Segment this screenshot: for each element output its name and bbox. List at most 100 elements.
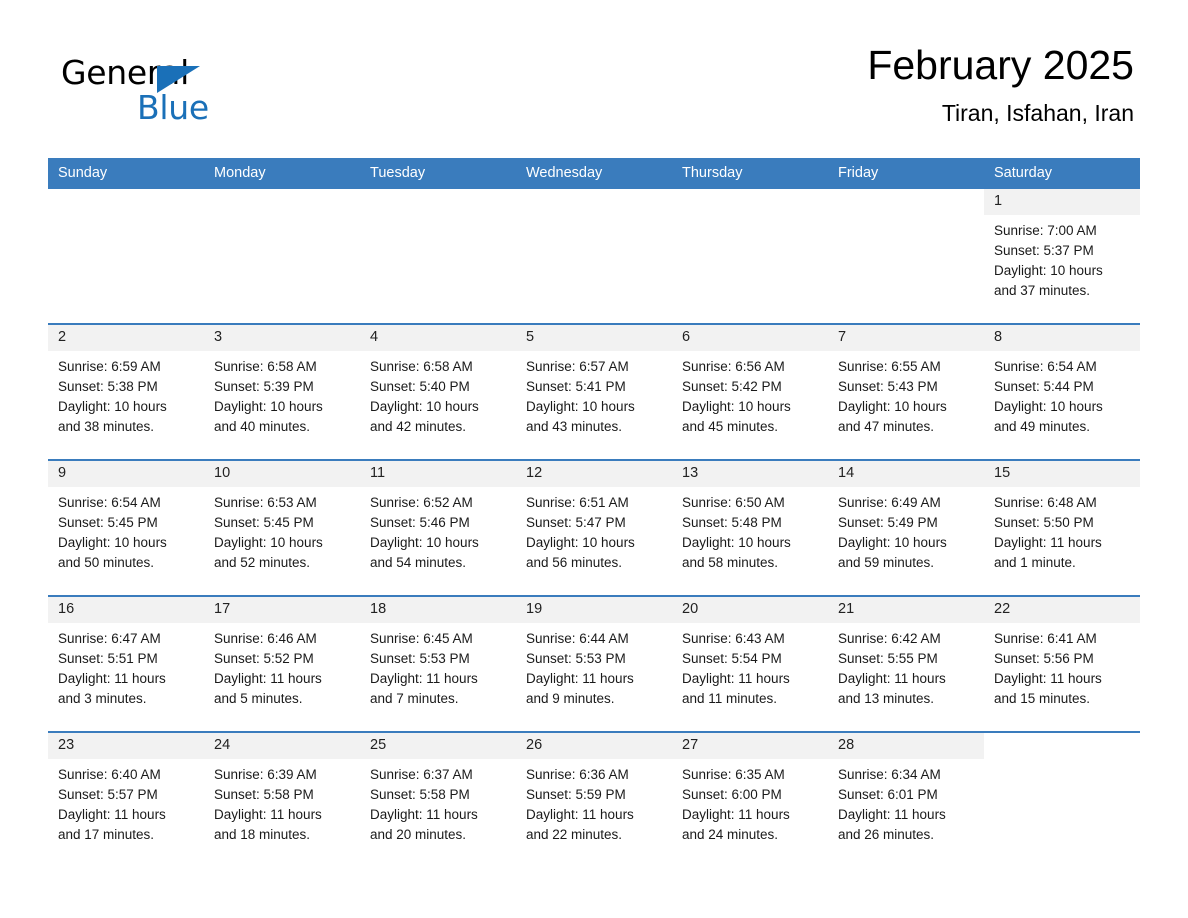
calendar-day-cell[interactable]: 4 Sunrise: 6:58 AM Sunset: 5:40 PM Daylight… bbox=[360, 323, 516, 460]
day-cell-details: Sunrise: 6:58 AM Sunset: 5:40 PM Daylight:… bbox=[360, 351, 516, 437]
day-detail-line: Daylight: 10 hours bbox=[526, 535, 635, 550]
day-cell-inner: 28 Sunrise: 6:34 AM Sunset: 6:01 PM Dayligh… bbox=[828, 733, 984, 867]
calendar-day-cell[interactable]: 12 Sunrise: 6:51 AM Sunset: 5:47 PM Dayligh… bbox=[516, 459, 672, 596]
calendar-day-cell[interactable]: 13 Sunrise: 6:50 AM Sunset: 5:48 PM Dayligh… bbox=[672, 459, 828, 596]
day-detail-line: and 24 minutes. bbox=[682, 827, 779, 842]
calendar-day-cell[interactable]: 10 Sunrise: 6:53 AM Sunset: 5:45 PM Dayligh… bbox=[204, 459, 360, 596]
calendar-day-cell[interactable]: 23 Sunrise: 6:40 AM Sunset: 5:57 PM Dayligh… bbox=[48, 731, 204, 867]
day-detail-line: and 52 minutes. bbox=[214, 555, 311, 570]
calendar-day-cell[interactable]: 27 Sunrise: 6:35 AM Sunset: 6:00 PM Dayligh… bbox=[672, 731, 828, 867]
calendar-day-cell[interactable]: 25 Sunrise: 6:37 AM Sunset: 5:58 PM Dayligh… bbox=[360, 731, 516, 867]
day-cell-details: Sunrise: 6:45 AM Sunset: 5:53 PM Daylight:… bbox=[360, 623, 516, 709]
day-detail-line: Sunrise: 6:35 AM bbox=[682, 767, 785, 782]
calendar-day-cell[interactable]: 8 Sunrise: 6:54 AM Sunset: 5:44 PM Daylight… bbox=[984, 323, 1140, 460]
calendar-week-row: 16 Sunrise: 6:47 AM Sunset: 5:51 PM Dayligh… bbox=[48, 595, 1140, 732]
day-detail-line: and 1 minute. bbox=[994, 555, 1076, 570]
calendar-day-cell[interactable]: 7 Sunrise: 6:55 AM Sunset: 5:43 PM Daylight… bbox=[828, 323, 984, 460]
day-cell-details: Sunrise: 6:43 AM Sunset: 5:54 PM Daylight:… bbox=[672, 623, 828, 709]
calendar-day-cell[interactable]: 20 Sunrise: 6:43 AM Sunset: 5:54 PM Dayligh… bbox=[672, 595, 828, 732]
day-number-band: 6 bbox=[672, 325, 828, 351]
day-cell-inner: 4 Sunrise: 6:58 AM Sunset: 5:40 PM Daylight… bbox=[360, 325, 516, 459]
calendar-day-cell bbox=[516, 189, 672, 324]
day-detail-line: Sunset: 5:57 PM bbox=[58, 787, 158, 802]
day-number: 15 bbox=[994, 465, 1011, 481]
day-cell-inner: 17 Sunrise: 6:46 AM Sunset: 5:52 PM Dayligh… bbox=[204, 597, 360, 731]
day-detail-line: Daylight: 11 hours bbox=[58, 807, 166, 822]
day-detail-line: and 50 minutes. bbox=[58, 555, 155, 570]
calendar-week-row: 23 Sunrise: 6:40 AM Sunset: 5:57 PM Dayligh… bbox=[48, 731, 1140, 867]
day-cell-details: Sunrise: 6:47 AM Sunset: 5:51 PM Daylight:… bbox=[48, 623, 204, 709]
day-cell-details bbox=[828, 215, 984, 221]
day-number-band bbox=[672, 189, 828, 215]
day-detail-line: Sunrise: 6:49 AM bbox=[838, 495, 941, 510]
calendar-day-cell[interactable]: 24 Sunrise: 6:39 AM Sunset: 5:58 PM Dayligh… bbox=[204, 731, 360, 867]
calendar-day-cell[interactable]: 26 Sunrise: 6:36 AM Sunset: 5:59 PM Dayligh… bbox=[516, 731, 672, 867]
day-cell-details: Sunrise: 6:53 AM Sunset: 5:45 PM Daylight:… bbox=[204, 487, 360, 573]
calendar-day-cell[interactable]: 11 Sunrise: 6:52 AM Sunset: 5:46 PM Dayligh… bbox=[360, 459, 516, 596]
day-detail-line: Daylight: 10 hours bbox=[214, 535, 323, 550]
weekday-header-sunday: Sunday bbox=[48, 158, 204, 189]
day-detail-line: Sunrise: 6:55 AM bbox=[838, 359, 941, 374]
calendar-day-cell[interactable]: 9 Sunrise: 6:54 AM Sunset: 5:45 PM Daylight… bbox=[48, 459, 204, 596]
day-number-band: 1 bbox=[984, 189, 1140, 215]
calendar-day-cell[interactable]: 3 Sunrise: 6:58 AM Sunset: 5:39 PM Daylight… bbox=[204, 323, 360, 460]
day-number-band: 5 bbox=[516, 325, 672, 351]
day-detail-line: and 47 minutes. bbox=[838, 419, 935, 434]
calendar-day-cell[interactable]: 28 Sunrise: 6:34 AM Sunset: 6:01 PM Dayligh… bbox=[828, 731, 984, 867]
day-number-band: 18 bbox=[360, 597, 516, 623]
day-detail-line: and 56 minutes. bbox=[526, 555, 623, 570]
day-detail-line: Sunset: 5:42 PM bbox=[682, 379, 782, 394]
calendar-day-cell[interactable]: 1 Sunrise: 7:00 AM Sunset: 5:37 PM Daylight… bbox=[984, 189, 1140, 324]
day-detail-line: Sunrise: 6:44 AM bbox=[526, 631, 629, 646]
day-cell-inner: 15 Sunrise: 6:48 AM Sunset: 5:50 PM Dayligh… bbox=[984, 461, 1140, 595]
day-detail-line: Daylight: 10 hours bbox=[994, 399, 1103, 414]
calendar-day-cell[interactable]: 21 Sunrise: 6:42 AM Sunset: 5:55 PM Dayligh… bbox=[828, 595, 984, 732]
day-cell-inner bbox=[672, 189, 828, 323]
day-detail-line: and 5 minutes. bbox=[214, 691, 303, 706]
day-cell-details: Sunrise: 6:57 AM Sunset: 5:41 PM Daylight:… bbox=[516, 351, 672, 437]
day-cell-inner: 5 Sunrise: 6:57 AM Sunset: 5:41 PM Daylight… bbox=[516, 325, 672, 459]
calendar-day-cell[interactable]: 14 Sunrise: 6:49 AM Sunset: 5:49 PM Dayligh… bbox=[828, 459, 984, 596]
day-cell-details bbox=[672, 215, 828, 221]
day-number-band: 12 bbox=[516, 461, 672, 487]
calendar-day-cell[interactable]: 15 Sunrise: 6:48 AM Sunset: 5:50 PM Dayligh… bbox=[984, 459, 1140, 596]
calendar-day-cell[interactable]: 19 Sunrise: 6:44 AM Sunset: 5:53 PM Dayligh… bbox=[516, 595, 672, 732]
calendar-day-cell[interactable]: 18 Sunrise: 6:45 AM Sunset: 5:53 PM Dayligh… bbox=[360, 595, 516, 732]
day-detail-line: and 45 minutes. bbox=[682, 419, 779, 434]
day-detail-line: Sunset: 5:58 PM bbox=[370, 787, 470, 802]
day-cell-inner bbox=[48, 189, 204, 323]
page-header: General Blue February 2025 Tiran, Isfaha… bbox=[48, 38, 1140, 150]
day-cell-details: Sunrise: 6:36 AM Sunset: 5:59 PM Daylight:… bbox=[516, 759, 672, 845]
day-cell-inner: 10 Sunrise: 6:53 AM Sunset: 5:45 PM Dayligh… bbox=[204, 461, 360, 595]
calendar-day-cell[interactable]: 16 Sunrise: 6:47 AM Sunset: 5:51 PM Dayligh… bbox=[48, 595, 204, 732]
day-detail-line: Sunset: 5:56 PM bbox=[994, 651, 1094, 666]
title-block: February 2025 Tiran, Isfahan, Iran bbox=[867, 38, 1134, 130]
calendar-day-cell[interactable]: 6 Sunrise: 6:56 AM Sunset: 5:42 PM Daylight… bbox=[672, 323, 828, 460]
day-cell-inner: 6 Sunrise: 6:56 AM Sunset: 5:42 PM Daylight… bbox=[672, 325, 828, 459]
day-detail-line: Sunrise: 6:50 AM bbox=[682, 495, 785, 510]
calendar-day-cell[interactable]: 17 Sunrise: 6:46 AM Sunset: 5:52 PM Dayligh… bbox=[204, 595, 360, 732]
calendar-day-cell[interactable]: 5 Sunrise: 6:57 AM Sunset: 5:41 PM Daylight… bbox=[516, 323, 672, 460]
day-cell-inner bbox=[516, 189, 672, 323]
day-detail-line: Daylight: 10 hours bbox=[370, 399, 479, 414]
weekday-header-friday: Friday bbox=[828, 158, 984, 189]
day-detail-line: Sunset: 5:55 PM bbox=[838, 651, 938, 666]
day-cell-details: Sunrise: 6:51 AM Sunset: 5:47 PM Daylight:… bbox=[516, 487, 672, 573]
day-cell-details: Sunrise: 6:34 AM Sunset: 6:01 PM Daylight:… bbox=[828, 759, 984, 845]
day-detail-line: Sunrise: 6:52 AM bbox=[370, 495, 473, 510]
day-number-band bbox=[360, 189, 516, 215]
day-detail-line: Sunset: 5:49 PM bbox=[838, 515, 938, 530]
calendar-day-cell[interactable]: 2 Sunrise: 6:59 AM Sunset: 5:38 PM Daylight… bbox=[48, 323, 204, 460]
day-detail-line: Sunrise: 6:37 AM bbox=[370, 767, 473, 782]
day-number-band bbox=[516, 189, 672, 215]
day-cell-inner bbox=[204, 189, 360, 323]
day-cell-details: Sunrise: 6:59 AM Sunset: 5:38 PM Daylight:… bbox=[48, 351, 204, 437]
day-detail-line: Sunset: 5:45 PM bbox=[58, 515, 158, 530]
day-detail-line: Daylight: 10 hours bbox=[994, 263, 1103, 278]
day-number: 5 bbox=[526, 329, 535, 345]
day-number: 11 bbox=[370, 465, 386, 481]
day-number-band: 20 bbox=[672, 597, 828, 623]
calendar-day-cell[interactable]: 22 Sunrise: 6:41 AM Sunset: 5:56 PM Dayligh… bbox=[984, 595, 1140, 732]
day-detail-line: Sunrise: 6:42 AM bbox=[838, 631, 941, 646]
day-cell-details: Sunrise: 7:00 AM Sunset: 5:37 PM Daylight:… bbox=[984, 215, 1140, 301]
